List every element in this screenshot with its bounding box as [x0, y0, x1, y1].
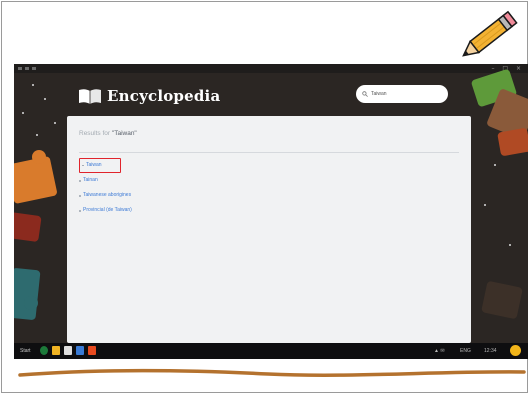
desktop-screenshot: – □ × Encyclopedia Taiwan Results for "T…: [14, 64, 528, 359]
result-link-taiwanese-aborigines[interactable]: Taiwanese aborigines: [79, 188, 132, 203]
system-tray-icons[interactable]: ▲ ✉: [434, 348, 445, 354]
puzzle-piece-decoration: [14, 267, 41, 321]
puzzle-piece-decoration: [14, 211, 42, 243]
divider: [79, 152, 459, 153]
result-link-provincial[interactable]: Provincial (de Taiwan): [79, 203, 132, 218]
search-value: Taiwan: [371, 91, 387, 97]
pencil-icon: [462, 10, 518, 57]
language-indicator[interactable]: ENG: [460, 348, 471, 354]
taskbar: Start ▲ ✉ ENG 12:34: [14, 343, 528, 359]
app-title: Encyclopedia: [107, 87, 221, 105]
clock: 12:34: [484, 348, 497, 354]
results-list: Taiwan Tainan Taiwanese aborigines Provi…: [79, 158, 132, 218]
results-heading: Results for "Taiwan": [79, 130, 137, 137]
result-link-tainan[interactable]: Tainan: [79, 173, 132, 188]
search-results-panel: Results for "Taiwan" Taiwan Tainan Taiwa…: [67, 116, 471, 343]
taskbar-app-icon[interactable]: [64, 346, 72, 355]
taskbar-app-icon[interactable]: [76, 346, 84, 355]
coin-badge-icon: [510, 345, 521, 356]
window-icon: [25, 67, 29, 70]
open-book-icon: [79, 89, 101, 104]
window-icon: [32, 67, 36, 70]
window-titlebar: – □ ×: [14, 64, 528, 73]
start-button[interactable]: Start: [20, 348, 31, 354]
search-input[interactable]: Taiwan: [356, 85, 448, 103]
result-link-taiwan[interactable]: Taiwan: [79, 158, 121, 173]
taskbar-app-icon[interactable]: [52, 346, 60, 355]
results-heading-query: "Taiwan": [111, 130, 137, 137]
app-header: Encyclopedia: [78, 83, 220, 109]
results-heading-prefix: Results for: [79, 130, 111, 137]
taskbar-app-icon[interactable]: [40, 346, 48, 355]
marker-stroke-decoration: [18, 369, 526, 377]
window-icon: [18, 67, 22, 70]
puzzle-piece-decoration: [497, 127, 528, 157]
puzzle-piece-decoration: [24, 296, 38, 310]
puzzle-piece-decoration: [481, 280, 523, 320]
search-icon: [362, 91, 368, 97]
puzzle-piece-decoration: [32, 150, 46, 164]
taskbar-app-icon[interactable]: [88, 346, 96, 355]
